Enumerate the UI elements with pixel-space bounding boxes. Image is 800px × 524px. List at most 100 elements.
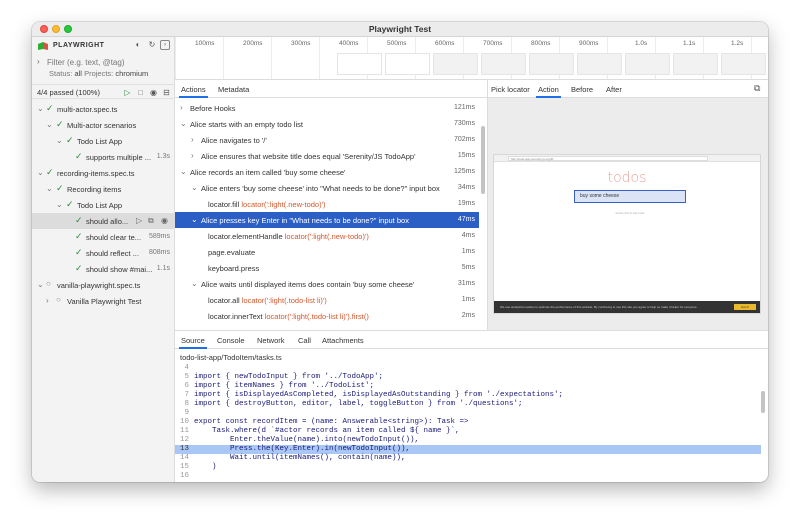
tree-item-suite[interactable]: › ○ Vanilla Playwright Test [32, 293, 175, 309]
filter-input[interactable] [47, 56, 171, 68]
tab-before[interactable]: Before [571, 85, 593, 94]
chevron-right-icon[interactable]: › [180, 103, 183, 112]
timeline-tick: 600ms [435, 40, 455, 47]
action-row[interactable]: locator.innerText locator(':light(.todo-… [175, 308, 479, 324]
chevron-down-icon[interactable]: ⌄ [37, 168, 44, 177]
stop-icon[interactable]: □ [136, 88, 145, 97]
action-label: Alice navigates to '/' [201, 136, 267, 145]
tree-item-suite[interactable]: ⌄ ✓ Todo List App [32, 133, 175, 149]
open-in-new-window-icon[interactable]: ⧉ [754, 83, 760, 94]
chevron-right-icon[interactable]: › [191, 135, 194, 144]
filmstrip-thumbnail[interactable] [385, 53, 430, 75]
line-number: 11 [179, 427, 189, 435]
action-row[interactable]: keyboard.press 5ms [175, 260, 479, 276]
chevron-down-icon[interactable]: ⌄ [191, 215, 198, 224]
filmstrip-thumbnail[interactable] [481, 53, 526, 75]
action-label: locator.elementHandle locator(':light(.n… [208, 232, 369, 241]
tab-source[interactable]: Source [179, 336, 207, 349]
filmstrip-thumbnail[interactable] [721, 53, 766, 75]
tree-item-file[interactable]: ⌄ ○ vanilla-playwright.spec.ts [32, 277, 175, 293]
tab-action[interactable]: Action [536, 85, 561, 98]
not-run-icon: ○ [46, 279, 51, 288]
tree-item-test[interactable]: ✓ should reflect ... 808ms [32, 245, 175, 261]
tab-after[interactable]: After [606, 85, 622, 94]
status-label: Status: [49, 69, 73, 78]
chevron-down-icon[interactable]: ⌄ [56, 200, 63, 209]
check-icon: ✓ [75, 263, 83, 273]
action-row[interactable]: › Alice navigates to '/' 702ms [175, 132, 479, 148]
action-row[interactable]: locator.fill locator(':light(.new-todo)'… [175, 196, 479, 212]
filmstrip-thumbnail[interactable] [673, 53, 718, 75]
tree-item-test[interactable]: ✓ should clear te... 589ms [32, 229, 175, 245]
action-duration: 19ms [457, 200, 475, 207]
chevron-down-icon[interactable]: ⌄ [180, 167, 187, 176]
action-row-selected[interactable]: ⌄ Alice presses key Enter in "What needs… [175, 212, 479, 228]
tree-item-label: should reflect ... [86, 249, 139, 258]
tree-item-test[interactable]: ✓ supports multiple ... 1.3s [32, 149, 175, 165]
tab-metadata[interactable]: Metadata [218, 85, 249, 94]
action-label: Alice starts with an empty todo list [190, 120, 303, 129]
chevron-down-icon[interactable]: ⌄ [56, 136, 63, 145]
tree-item-file[interactable]: ⌄ ✓ recording-items.spec.ts [32, 165, 175, 181]
chevron-down-icon[interactable]: ⌄ [191, 279, 198, 288]
tab-call[interactable]: Call [298, 336, 311, 345]
actions-scrollbar[interactable] [481, 126, 485, 194]
run-test-icon[interactable]: ▷ [136, 216, 142, 225]
chevron-down-icon[interactable]: ⌄ [180, 119, 187, 128]
status-value[interactable]: all [74, 69, 82, 78]
tab-console[interactable]: Console [217, 336, 245, 345]
tree-item-file[interactable]: ⌄ ✓ multi-actor.spec.ts [32, 101, 175, 117]
snapshot-page[interactable]: http://todo-app.serenity-js.org/#/ todos… [493, 154, 761, 314]
reload-icon[interactable]: ↻ [147, 40, 157, 50]
action-row[interactable]: locator.elementHandle locator(':light(.n… [175, 228, 479, 244]
chevron-right-icon[interactable]: › [46, 296, 49, 305]
tab-actions[interactable]: Actions [179, 85, 208, 98]
action-row[interactable]: › Before Hooks 121ms [175, 100, 479, 116]
filmstrip-thumbnail[interactable] [577, 53, 622, 75]
projects-value[interactable]: chromium [115, 69, 148, 78]
not-run-icon: ○ [56, 295, 61, 304]
chevron-down-icon[interactable]: ⌄ [46, 120, 53, 129]
chevron-down-icon[interactable]: ⌄ [37, 280, 44, 289]
action-row[interactable]: ⌄ Alice enters 'buy some cheese' into "W… [175, 180, 479, 196]
snapshot-url: http://todo-app.serenity-js.org/#/ [508, 156, 708, 161]
tree-item-suite[interactable]: ⌄ ✓ Multi-actor scenarios [32, 117, 175, 133]
action-row[interactable]: ⌄ Alice records an item called 'buy some… [175, 164, 479, 180]
run-all-icon[interactable]: ▷ [123, 88, 132, 97]
action-row[interactable]: ⌄ Alice waits until displayed items does… [175, 276, 479, 292]
action-row[interactable]: locator.all locator(':light(.todo-list l… [175, 292, 479, 308]
filmstrip-thumbnail[interactable] [529, 53, 574, 75]
tree-item-suite[interactable]: ⌄ ✓ Recording items [32, 181, 175, 197]
test-summary-bar: 4/4 passed (100%) ▷ □ ◉ ⊟ [32, 84, 175, 99]
action-row[interactable]: › Alice ensures that website title does … [175, 148, 479, 164]
watch-all-icon[interactable]: ◉ [149, 88, 158, 97]
collapse-all-icon[interactable]: ⊟ [162, 88, 171, 97]
pick-locator-button[interactable]: Pick locator [491, 85, 530, 94]
theme-toggle-icon[interactable]: ◐ [133, 40, 143, 50]
chevron-down-icon[interactable]: ⌄ [37, 104, 44, 113]
timeline[interactable]: 100ms 200ms 300ms 400ms 500ms 600ms 700m… [175, 37, 768, 80]
chevron-down-icon[interactable]: ⌄ [191, 183, 198, 192]
tab-network[interactable]: Network [257, 336, 285, 345]
source-scrollbar[interactable] [761, 391, 765, 413]
tab-attachments[interactable]: Attachments [322, 336, 364, 345]
filmstrip-thumbnail[interactable] [625, 53, 670, 75]
collapse-sidebar-icon[interactable]: › [160, 40, 170, 50]
watch-icon[interactable]: ◉ [161, 216, 168, 225]
filmstrip-thumbnail[interactable] [337, 53, 382, 75]
chevron-down-icon[interactable]: ⌄ [46, 184, 53, 193]
tree-item-test[interactable]: ✓ should show #mai... 1.1s [32, 261, 175, 277]
tree-item-test-selected[interactable]: ✓ should allo... ▷ ⧉ ◉ [32, 213, 175, 229]
source-tabbar: Source Console Network Call Attachments [175, 331, 768, 349]
code-line-highlighted: 13 Press.the(Key.Enter).in(newTodoInput(… [175, 445, 761, 454]
action-row[interactable]: page.evaluate 1ms [175, 244, 479, 260]
filmstrip-thumbnail[interactable] [433, 53, 478, 75]
chevron-right-icon[interactable]: › [191, 151, 194, 160]
line-number: 15 [179, 463, 189, 471]
tree-item-suite[interactable]: ⌄ ✓ Todo List App [32, 197, 175, 213]
action-row[interactable]: ⌄ Alice starts with an empty todo list 7… [175, 116, 479, 132]
code-line: 4 [175, 364, 761, 373]
open-source-icon[interactable]: ⧉ [148, 216, 154, 226]
chevron-right-icon[interactable]: › [37, 57, 40, 66]
line-code: import { destroyButton, editor, label, t… [194, 400, 523, 408]
